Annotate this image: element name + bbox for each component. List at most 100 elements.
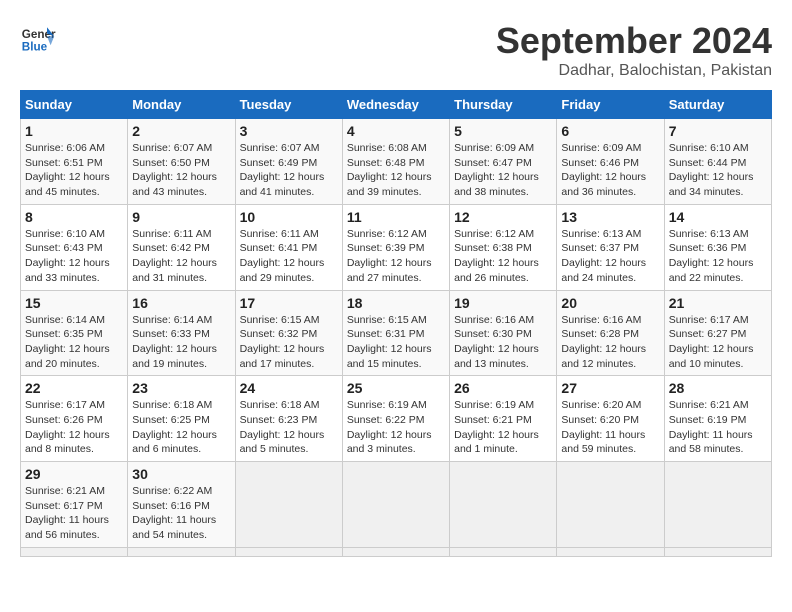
cell-info: Sunrise: 6:16 AMSunset: 6:28 PMDaylight:… [561, 314, 646, 370]
table-cell: 3 Sunrise: 6:07 AMSunset: 6:49 PMDayligh… [235, 119, 342, 205]
table-cell: 30 Sunrise: 6:22 AMSunset: 6:16 PMDaylig… [128, 462, 235, 548]
table-cell: 23 Sunrise: 6:18 AMSunset: 6:25 PMDaylig… [128, 376, 235, 462]
header-row: Sunday Monday Tuesday Wednesday Thursday… [21, 91, 772, 119]
table-cell: 27 Sunrise: 6:20 AMSunset: 6:20 PMDaylig… [557, 376, 664, 462]
day-number: 6 [561, 123, 659, 139]
cell-info: Sunrise: 6:10 AMSunset: 6:43 PMDaylight:… [25, 228, 110, 284]
day-number: 24 [240, 380, 338, 396]
cell-info: Sunrise: 6:07 AMSunset: 6:49 PMDaylight:… [240, 142, 325, 198]
table-cell: 6 Sunrise: 6:09 AMSunset: 6:46 PMDayligh… [557, 119, 664, 205]
day-number: 5 [454, 123, 552, 139]
day-number: 7 [669, 123, 767, 139]
cell-info: Sunrise: 6:17 AMSunset: 6:26 PMDaylight:… [25, 399, 110, 455]
page-subtitle: Dadhar, Balochistan, Pakistan [496, 62, 772, 80]
table-cell: 12 Sunrise: 6:12 AMSunset: 6:38 PMDaylig… [450, 204, 557, 290]
table-cell [128, 547, 235, 556]
table-cell [342, 547, 449, 556]
table-cell: 16 Sunrise: 6:14 AMSunset: 6:33 PMDaylig… [128, 290, 235, 376]
day-number: 15 [25, 295, 123, 311]
day-number: 17 [240, 295, 338, 311]
day-number: 27 [561, 380, 659, 396]
cell-info: Sunrise: 6:15 AMSunset: 6:32 PMDaylight:… [240, 314, 325, 370]
calendar-row: 1 Sunrise: 6:06 AMSunset: 6:51 PMDayligh… [21, 119, 772, 205]
table-cell: 18 Sunrise: 6:15 AMSunset: 6:31 PMDaylig… [342, 290, 449, 376]
cell-info: Sunrise: 6:21 AMSunset: 6:19 PMDaylight:… [669, 399, 753, 455]
day-number: 11 [347, 209, 445, 225]
cell-info: Sunrise: 6:10 AMSunset: 6:44 PMDaylight:… [669, 142, 754, 198]
table-cell [664, 462, 771, 548]
table-cell: 26 Sunrise: 6:19 AMSunset: 6:21 PMDaylig… [450, 376, 557, 462]
table-cell: 10 Sunrise: 6:11 AMSunset: 6:41 PMDaylig… [235, 204, 342, 290]
page-header: General Blue September 2024 Dadhar, Balo… [20, 20, 772, 80]
col-sunday: Sunday [21, 91, 128, 119]
table-cell: 21 Sunrise: 6:17 AMSunset: 6:27 PMDaylig… [664, 290, 771, 376]
cell-info: Sunrise: 6:19 AMSunset: 6:21 PMDaylight:… [454, 399, 539, 455]
day-number: 23 [132, 380, 230, 396]
day-number: 28 [669, 380, 767, 396]
cell-info: Sunrise: 6:12 AMSunset: 6:38 PMDaylight:… [454, 228, 539, 284]
cell-info: Sunrise: 6:09 AMSunset: 6:47 PMDaylight:… [454, 142, 539, 198]
table-cell: 29 Sunrise: 6:21 AMSunset: 6:17 PMDaylig… [21, 462, 128, 548]
table-cell: 20 Sunrise: 6:16 AMSunset: 6:28 PMDaylig… [557, 290, 664, 376]
cell-info: Sunrise: 6:12 AMSunset: 6:39 PMDaylight:… [347, 228, 432, 284]
page-title: September 2024 [496, 20, 772, 62]
table-cell [450, 547, 557, 556]
cell-info: Sunrise: 6:21 AMSunset: 6:17 PMDaylight:… [25, 485, 109, 541]
day-number: 26 [454, 380, 552, 396]
day-number: 20 [561, 295, 659, 311]
cell-info: Sunrise: 6:22 AMSunset: 6:16 PMDaylight:… [132, 485, 216, 541]
calendar-row: 29 Sunrise: 6:21 AMSunset: 6:17 PMDaylig… [21, 462, 772, 548]
table-cell: 17 Sunrise: 6:15 AMSunset: 6:32 PMDaylig… [235, 290, 342, 376]
table-cell: 15 Sunrise: 6:14 AMSunset: 6:35 PMDaylig… [21, 290, 128, 376]
table-cell: 22 Sunrise: 6:17 AMSunset: 6:26 PMDaylig… [21, 376, 128, 462]
table-cell: 1 Sunrise: 6:06 AMSunset: 6:51 PMDayligh… [21, 119, 128, 205]
day-number: 2 [132, 123, 230, 139]
calendar-row: 22 Sunrise: 6:17 AMSunset: 6:26 PMDaylig… [21, 376, 772, 462]
day-number: 9 [132, 209, 230, 225]
table-cell: 5 Sunrise: 6:09 AMSunset: 6:47 PMDayligh… [450, 119, 557, 205]
day-number: 29 [25, 466, 123, 482]
table-cell: 25 Sunrise: 6:19 AMSunset: 6:22 PMDaylig… [342, 376, 449, 462]
day-number: 8 [25, 209, 123, 225]
table-cell [342, 462, 449, 548]
table-cell: 14 Sunrise: 6:13 AMSunset: 6:36 PMDaylig… [664, 204, 771, 290]
col-wednesday: Wednesday [342, 91, 449, 119]
table-cell: 2 Sunrise: 6:07 AMSunset: 6:50 PMDayligh… [128, 119, 235, 205]
table-cell [21, 547, 128, 556]
cell-info: Sunrise: 6:08 AMSunset: 6:48 PMDaylight:… [347, 142, 432, 198]
day-number: 21 [669, 295, 767, 311]
table-cell [235, 547, 342, 556]
table-cell [557, 462, 664, 548]
table-cell: 11 Sunrise: 6:12 AMSunset: 6:39 PMDaylig… [342, 204, 449, 290]
day-number: 19 [454, 295, 552, 311]
cell-info: Sunrise: 6:13 AMSunset: 6:37 PMDaylight:… [561, 228, 646, 284]
calendar-row: 15 Sunrise: 6:14 AMSunset: 6:35 PMDaylig… [21, 290, 772, 376]
day-number: 25 [347, 380, 445, 396]
cell-info: Sunrise: 6:06 AMSunset: 6:51 PMDaylight:… [25, 142, 110, 198]
cell-info: Sunrise: 6:09 AMSunset: 6:46 PMDaylight:… [561, 142, 646, 198]
col-saturday: Saturday [664, 91, 771, 119]
day-number: 12 [454, 209, 552, 225]
table-cell [235, 462, 342, 548]
day-number: 22 [25, 380, 123, 396]
day-number: 30 [132, 466, 230, 482]
logo-icon: General Blue [20, 20, 56, 56]
svg-text:Blue: Blue [22, 41, 48, 54]
cell-info: Sunrise: 6:15 AMSunset: 6:31 PMDaylight:… [347, 314, 432, 370]
col-thursday: Thursday [450, 91, 557, 119]
table-cell: 28 Sunrise: 6:21 AMSunset: 6:19 PMDaylig… [664, 376, 771, 462]
cell-info: Sunrise: 6:17 AMSunset: 6:27 PMDaylight:… [669, 314, 754, 370]
table-cell: 7 Sunrise: 6:10 AMSunset: 6:44 PMDayligh… [664, 119, 771, 205]
table-cell: 9 Sunrise: 6:11 AMSunset: 6:42 PMDayligh… [128, 204, 235, 290]
table-cell [450, 462, 557, 548]
table-cell: 19 Sunrise: 6:16 AMSunset: 6:30 PMDaylig… [450, 290, 557, 376]
cell-info: Sunrise: 6:19 AMSunset: 6:22 PMDaylight:… [347, 399, 432, 455]
cell-info: Sunrise: 6:14 AMSunset: 6:33 PMDaylight:… [132, 314, 217, 370]
day-number: 10 [240, 209, 338, 225]
day-number: 13 [561, 209, 659, 225]
cell-info: Sunrise: 6:16 AMSunset: 6:30 PMDaylight:… [454, 314, 539, 370]
title-block: September 2024 Dadhar, Balochistan, Paki… [496, 20, 772, 80]
day-number: 14 [669, 209, 767, 225]
col-monday: Monday [128, 91, 235, 119]
table-cell: 13 Sunrise: 6:13 AMSunset: 6:37 PMDaylig… [557, 204, 664, 290]
